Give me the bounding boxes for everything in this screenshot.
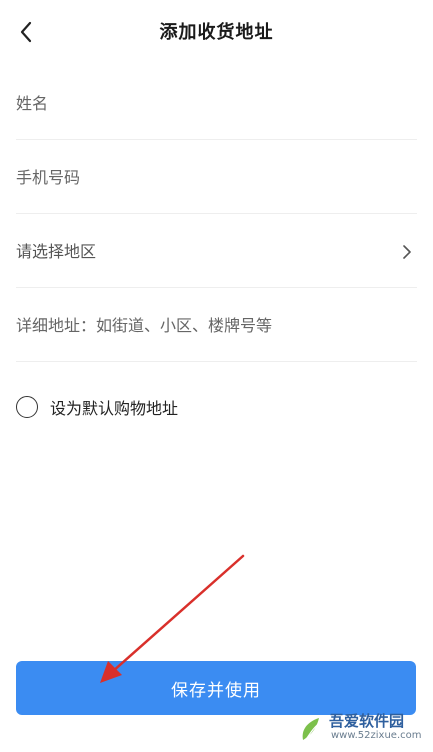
save-and-use-button[interactable]: 保存并使用 <box>16 661 416 715</box>
detail-address-row <box>16 290 417 362</box>
default-address-label: 设为默认购物地址 <box>50 399 179 418</box>
watermark-url: www.52zixue.com <box>331 730 422 741</box>
detail-address-input[interactable] <box>16 290 376 361</box>
page-title: 添加收货地址 <box>159 22 274 43</box>
region-selector[interactable]: 请选择地区 <box>16 216 417 288</box>
add-address-screen: 添加收货地址 请选择地区 设为默认购物地址 保存并使用 吾爱软件园 www.52… <box>0 0 433 752</box>
phone-field-row <box>16 142 417 214</box>
header: 添加收货地址 <box>0 0 433 64</box>
region-label: 请选择地区 <box>16 242 97 261</box>
name-input[interactable] <box>16 68 376 139</box>
name-field-row <box>16 68 417 140</box>
watermark: 吾爱软件园 www.52zixue.com <box>297 708 427 748</box>
default-address-option[interactable]: 设为默认购物地址 <box>16 392 178 422</box>
chevron-right-icon <box>403 245 411 259</box>
default-address-radio[interactable] <box>16 396 38 418</box>
watermark-logo-icon <box>302 718 322 740</box>
phone-input[interactable] <box>16 142 376 213</box>
watermark-name: 吾爱软件园 <box>329 712 405 730</box>
